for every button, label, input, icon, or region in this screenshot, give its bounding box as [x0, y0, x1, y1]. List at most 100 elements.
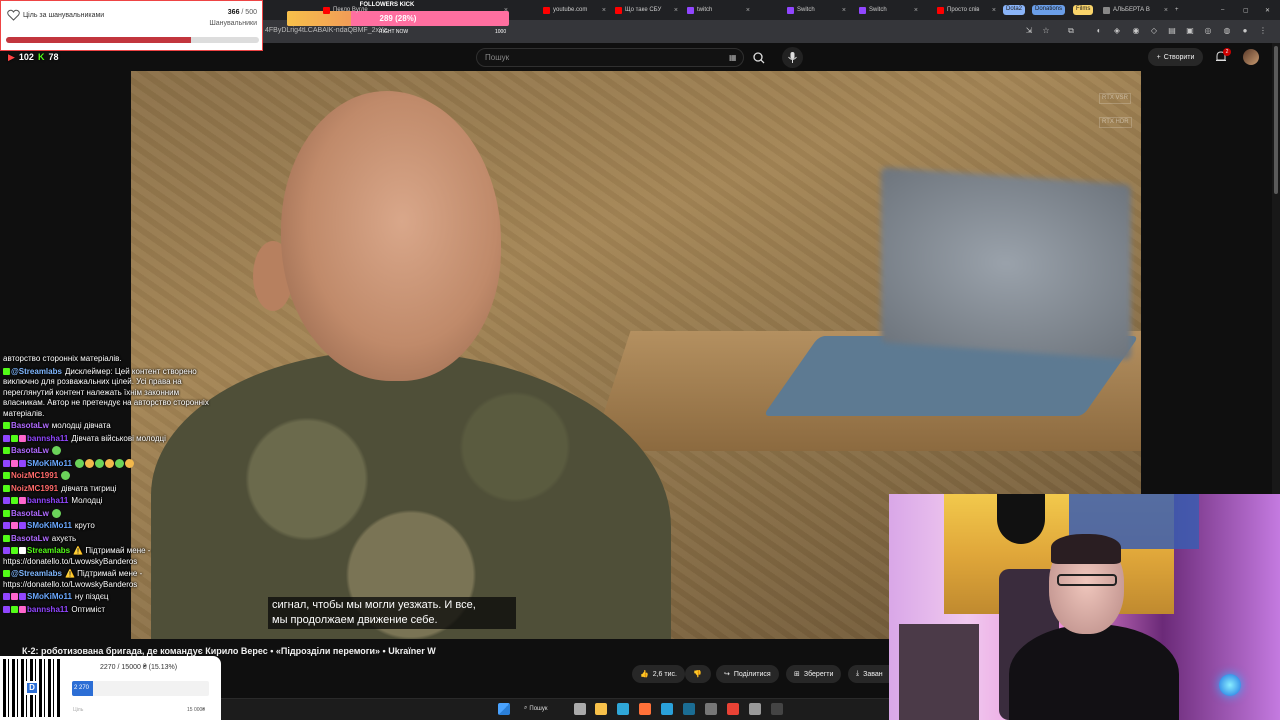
like-button[interactable]: 👍 2,6 тис.	[632, 665, 685, 683]
maximize-icon[interactable]: ▢	[1240, 3, 1252, 17]
close-icon[interactable]: ✕	[1262, 3, 1273, 17]
steam-icon[interactable]	[683, 703, 695, 715]
like-count: 2,6 тис.	[652, 670, 677, 678]
extension-icon[interactable]: ◇	[1149, 26, 1159, 36]
browser-tab[interactable]: youtube.com ×	[540, 3, 608, 17]
tab-close-icon[interactable]: ×	[504, 7, 508, 14]
voice-search-button[interactable]	[782, 47, 803, 68]
tab-label: twitch	[697, 7, 713, 13]
share-button[interactable]: ↪ Поділитися	[716, 665, 779, 683]
chrome-icon[interactable]	[727, 703, 739, 715]
dislike-button[interactable]: 👎	[685, 665, 711, 683]
webcam-emblem	[997, 494, 1045, 544]
tab-label: Пекло Вугле	[333, 7, 368, 13]
file-explorer-icon[interactable]	[595, 703, 607, 715]
fan-goal-target: / 500	[241, 9, 257, 16]
donation-progress-fill: 2 270	[72, 681, 93, 696]
menu-icon[interactable]: ⋮	[1258, 26, 1268, 36]
extension-icon[interactable]: ▣	[1185, 26, 1195, 36]
tab-close-icon[interactable]: ×	[914, 7, 918, 14]
extension-icon[interactable]: ▤	[1167, 26, 1177, 36]
browser-tab[interactable]: Switch ×	[784, 3, 848, 17]
tab-close-icon[interactable]: ×	[674, 7, 678, 14]
search-button[interactable]	[746, 48, 772, 67]
tab-group-chip[interactable]: Films	[1073, 5, 1094, 15]
minimize-icon[interactable]: –	[1218, 3, 1227, 17]
new-tab-button[interactable]: +	[1172, 3, 1182, 17]
telegram-icon[interactable]	[661, 703, 673, 715]
subtitle-line: сигнал, чтобы мы могли уезжать. И все,	[272, 599, 476, 611]
fan-goal-title: Ціль за шанувальниками	[23, 12, 105, 19]
obs-icon[interactable]	[771, 703, 783, 715]
chat-message: SMoKiMo11	[3, 458, 218, 470]
tab-close-icon[interactable]: ×	[842, 7, 846, 14]
save-label: Зберегти	[803, 670, 834, 678]
browser-tab[interactable]: Просто спів ×	[934, 3, 998, 17]
tab-label: youtube.com	[553, 7, 588, 13]
download-icon: ⤓	[856, 670, 860, 677]
profile-icon[interactable]: ●	[1240, 26, 1250, 36]
fan-goal-unit: Шанувальники	[209, 20, 257, 27]
chat-badge-icon	[3, 509, 10, 517]
chat-badge-icon	[3, 497, 10, 504]
taskbar-search[interactable]: ⌕ Пошук	[524, 702, 562, 715]
extension-icon[interactable]: ◎	[1203, 26, 1213, 36]
extension-icon[interactable]: ◉	[1131, 26, 1141, 36]
download-button[interactable]: ⤓ Заван	[848, 665, 889, 683]
tab-close-icon[interactable]: ×	[602, 7, 606, 14]
create-button[interactable]: + Створити	[1148, 48, 1203, 66]
chat-emote-icon	[94, 458, 104, 468]
share-label: Поділитися	[733, 670, 771, 678]
browser-tab[interactable]: Switch ×	[856, 3, 920, 17]
firefox-icon[interactable]	[639, 703, 651, 715]
chat-message: BasotaLw	[3, 508, 218, 520]
chat-message: BasotaLw ахуєть	[3, 534, 218, 545]
chat-badge-icon	[11, 434, 18, 442]
tab-group-chip[interactable]: Donations	[1032, 5, 1066, 15]
tab-label: АЛЬБЕРТА В	[1113, 7, 1150, 13]
extension-icon[interactable]: ◈	[1112, 26, 1122, 36]
scrollbar-thumb[interactable]	[1274, 46, 1278, 194]
browser-tab[interactable]: twitch ×	[684, 3, 752, 17]
search-input[interactable]: Пошук ▦	[476, 48, 744, 67]
bookmark-star-icon[interactable]: ☆	[1041, 26, 1051, 36]
fan-goal-current: 366	[227, 9, 240, 16]
settings-icon[interactable]	[749, 703, 761, 715]
browser-tab[interactable]: АЛЬБЕРТА В ×	[1100, 3, 1170, 17]
kick-right-now: RIGHT NOW	[379, 29, 409, 35]
tab-close-icon[interactable]: ×	[1164, 7, 1168, 14]
search-icon	[753, 52, 765, 64]
chat-badge-icon	[11, 459, 18, 467]
chat-username: SMoKiMo11	[27, 592, 72, 601]
chat-badge-icon	[11, 593, 18, 600]
fan-goal-progress-bar	[6, 37, 259, 43]
tab-group-chip[interactable]: Dota2	[1003, 5, 1026, 15]
browser-tab[interactable]: Пекло Вугле ×	[320, 3, 510, 17]
tab-close-icon[interactable]: ×	[992, 7, 996, 14]
extension-icon[interactable]: ◍	[1222, 26, 1232, 36]
chat-emote-icon	[51, 508, 61, 518]
chat-badge-icon	[3, 422, 10, 429]
tab-close-icon[interactable]: ×	[746, 7, 750, 14]
chat-username: @Streamlabs	[11, 569, 62, 578]
avatar[interactable]	[1243, 49, 1259, 65]
chat-badge-icon	[3, 534, 10, 542]
task-view-icon[interactable]	[574, 703, 586, 715]
chat-username: Streamlabs	[27, 546, 71, 555]
chat-message: @Streamlabs ⚠️ Підтримай мене - https://d…	[3, 569, 218, 590]
save-button[interactable]: ⊞ Зберегти	[786, 665, 842, 683]
keyboard-icon[interactable]: ▦	[729, 53, 737, 62]
chat-text: ну піздєц	[74, 592, 109, 601]
search-icon: ⌕	[524, 705, 528, 711]
edge-icon[interactable]	[617, 703, 629, 715]
tab-favicon-icon	[543, 6, 550, 14]
video-laptop-screen	[881, 167, 1131, 360]
extensions-icon[interactable]: ⧉	[1066, 26, 1076, 36]
install-icon[interactable]: ⇲	[1024, 26, 1034, 36]
chat-text: Молодці	[71, 496, 103, 505]
calculator-icon[interactable]	[705, 703, 717, 715]
chat-emote-icon	[114, 458, 124, 468]
browser-tab[interactable]: Що таке СБУ ×	[612, 3, 680, 17]
start-icon[interactable]	[498, 703, 510, 715]
extension-icon[interactable]: ◐	[1094, 26, 1104, 36]
